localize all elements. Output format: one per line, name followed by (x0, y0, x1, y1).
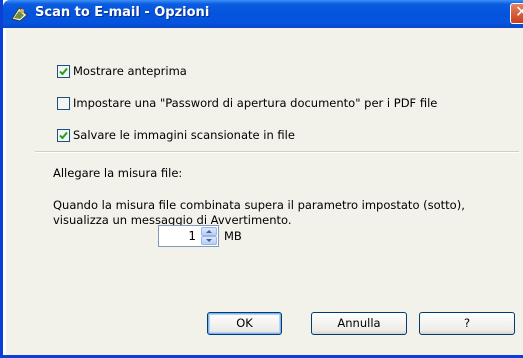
save-scanned-images-checkbox[interactable] (57, 129, 70, 142)
ok-button[interactable]: OK (207, 312, 282, 335)
attach-size-description-line1: Quando la misura file combinata supera i… (53, 198, 465, 212)
save-scanned-images-label[interactable]: Salvare le immagini scansionate in file (73, 128, 295, 142)
scanner-app-icon (11, 6, 28, 22)
show-preview-checkbox[interactable] (57, 65, 70, 78)
title-bar[interactable]: Scan to E-mail - Opzioni ✕ (3, 0, 523, 28)
show-preview-label[interactable]: Mostrare anteprima (73, 64, 187, 78)
file-size-value[interactable]: 1 (188, 229, 196, 243)
help-button[interactable]: ? (419, 312, 515, 335)
close-icon: ✕ (515, 2, 523, 21)
dialog-window: Scan to E-mail - Opzioni ✕ Mostrare ante… (0, 0, 523, 358)
cancel-button[interactable]: Annulla (311, 312, 407, 335)
pdf-password-label[interactable]: Impostare una "Password di apertura docu… (73, 96, 437, 110)
attach-size-heading: Allegare la misura file: (53, 166, 183, 180)
check-icon (59, 67, 68, 76)
check-icon (59, 131, 68, 140)
file-size-unit: MB (224, 229, 242, 243)
separator (35, 151, 519, 153)
window-title: Scan to E-mail - Opzioni (35, 5, 210, 20)
spin-up-arrow-icon[interactable] (201, 227, 217, 236)
file-size-spinner[interactable]: 1 (158, 225, 219, 247)
close-button[interactable]: ✕ (510, 2, 523, 24)
spinner-buttons (201, 227, 217, 245)
spin-down-arrow-icon[interactable] (201, 236, 217, 245)
dialog-body: Mostrare anteprima Impostare una "Passwo… (6, 28, 523, 355)
pdf-password-checkbox[interactable] (57, 97, 70, 110)
